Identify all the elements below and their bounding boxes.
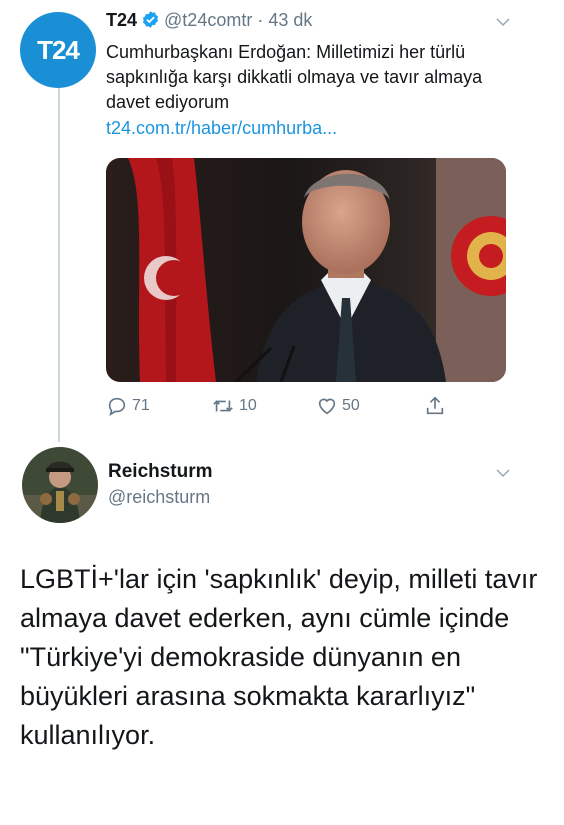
- share-icon: [426, 396, 444, 415]
- like-count: 50: [342, 397, 360, 414]
- share-button[interactable]: [424, 395, 446, 417]
- t24-avatar[interactable]: T24: [20, 12, 96, 88]
- retweet-button[interactable]: 10: [211, 395, 257, 417]
- tweet-text: LGBTİ+'lar için 'sapkınlık' deyip, mille…: [20, 564, 538, 750]
- reply-icon: [108, 397, 126, 416]
- meta-separator: ·: [257, 10, 264, 30]
- tweet-text: Cumhurbaşkanı Erdoğan: Milletimizi her t…: [106, 42, 483, 112]
- author-name[interactable]: Reichsturm: [108, 461, 213, 483]
- author-handle[interactable]: @t24comtr: [164, 10, 252, 30]
- author-handle[interactable]: @reichsturm: [108, 487, 210, 508]
- tweet-link[interactable]: t24.com.tr/haber/cumhurba...: [106, 118, 337, 139]
- tweet-media-image[interactable]: [106, 158, 506, 382]
- tweet-header: T24 @t24comtr · 43 dk: [106, 10, 312, 34]
- author-name[interactable]: T24: [106, 10, 137, 30]
- reply-button[interactable]: 71: [106, 395, 150, 417]
- verified-icon: [141, 10, 160, 34]
- tweet-time[interactable]: 43 dk: [268, 10, 312, 30]
- chevron-down-icon[interactable]: [494, 464, 512, 482]
- retweet-count: 10: [239, 397, 257, 414]
- retweet-icon: [213, 400, 233, 412]
- like-icon: [318, 398, 336, 415]
- reichsturm-avatar[interactable]: [22, 447, 98, 523]
- avatar-text: T24: [37, 34, 80, 65]
- like-button[interactable]: 50: [316, 395, 360, 417]
- reply-count: 71: [132, 397, 150, 414]
- tweet-actions: 71 10 50: [106, 395, 466, 421]
- thread-line: [58, 84, 60, 442]
- chevron-down-icon[interactable]: [494, 13, 512, 31]
